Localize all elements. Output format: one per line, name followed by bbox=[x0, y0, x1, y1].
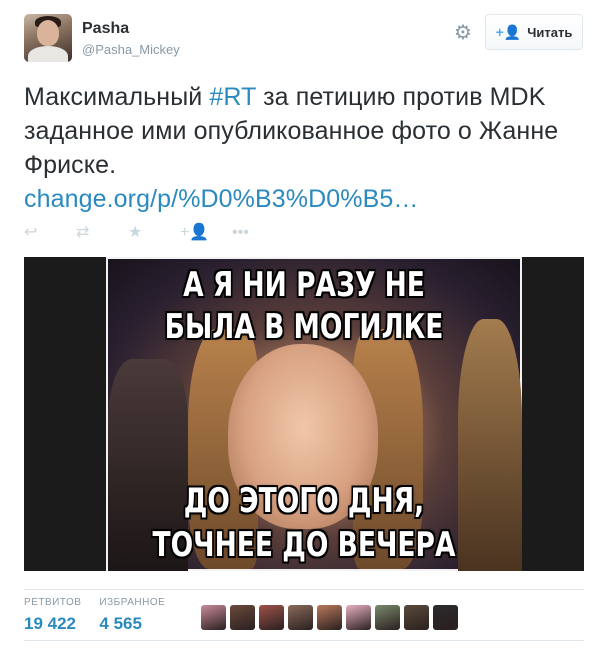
retweets-count: 19 422 bbox=[24, 614, 76, 633]
avatar-shirt bbox=[28, 46, 68, 62]
hashtag-link[interactable]: #RT bbox=[209, 83, 256, 111]
favoriter-avatar[interactable] bbox=[288, 605, 313, 630]
avatar-face bbox=[37, 20, 59, 46]
meme-caption-top-line1: А Я НИ РАЗУ НЕ bbox=[183, 265, 425, 305]
favoriters-list bbox=[201, 605, 458, 630]
follow-button[interactable]: +👤 Читать bbox=[485, 14, 583, 50]
user-avatar[interactable] bbox=[24, 14, 72, 62]
favoriter-avatar[interactable] bbox=[317, 605, 342, 630]
tweet-url-link[interactable]: change.org/p/%D0%B3%D0%B5… bbox=[24, 185, 418, 213]
favoriter-avatar[interactable] bbox=[433, 605, 458, 630]
favoriter-avatar[interactable] bbox=[346, 605, 371, 630]
tweet-stats: РЕТВИТОВ 19 422 ИЗБРАННОЕ 4 565 bbox=[24, 597, 183, 637]
more-icon[interactable]: ••• bbox=[232, 222, 284, 244]
add-user-icon[interactable]: +👤 bbox=[180, 222, 232, 244]
retweets-stat[interactable]: РЕТВИТОВ 19 422 bbox=[24, 597, 81, 635]
stats-divider-top bbox=[24, 589, 584, 590]
favorites-label: ИЗБРАННОЕ bbox=[99, 597, 166, 608]
retweet-icon[interactable]: ⇄ bbox=[76, 222, 128, 244]
user-name[interactable]: Pasha bbox=[82, 20, 129, 38]
favoriter-avatar[interactable] bbox=[259, 605, 284, 630]
meme-caption-bottom-line2: ТОЧНЕЕ ДО ВЕЧЕРА bbox=[152, 525, 456, 565]
favoriter-avatar[interactable] bbox=[404, 605, 429, 630]
retweets-label: РЕТВИТОВ bbox=[24, 597, 82, 608]
favoriter-avatar[interactable] bbox=[201, 605, 226, 630]
tweet-header: Pasha @Pasha_Mickey ⚙ +👤 Читать bbox=[24, 14, 587, 64]
star-icon[interactable]: ★ bbox=[128, 222, 180, 244]
meme-caption-top-line2: БЫЛА В МОГИЛКЕ bbox=[164, 307, 444, 347]
favorites-stat[interactable]: ИЗБРАННОЕ 4 565 bbox=[99, 597, 165, 635]
tweet-text-start: Максимальный bbox=[24, 83, 210, 111]
favoriter-avatar[interactable] bbox=[375, 605, 400, 630]
favorites-count: 4 565 bbox=[99, 614, 142, 633]
tweet-media-image[interactable]: А Я НИ РАЗУ НЕ БЫЛА В МОГИЛКЕ ДО ЭТОГО Д… bbox=[24, 257, 584, 571]
favoriter-avatar[interactable] bbox=[230, 605, 255, 630]
user-handle[interactable]: @Pasha_Mickey bbox=[82, 42, 180, 57]
tweet-actions: ↩ ⇄ ★ +👤 ••• bbox=[24, 222, 284, 244]
follow-button-label: Читать bbox=[527, 24, 573, 40]
reply-icon[interactable]: ↩ bbox=[24, 222, 76, 244]
gear-icon[interactable]: ⚙ bbox=[452, 22, 474, 44]
meme-caption-bottom-line1: ДО ЭТОГО ДНЯ, bbox=[183, 481, 425, 521]
stats-divider-bottom bbox=[24, 640, 584, 641]
tweet-text: Максимальный #RT за петицию против MDK з… bbox=[24, 80, 584, 216]
add-user-icon: +👤 bbox=[495, 23, 522, 40]
